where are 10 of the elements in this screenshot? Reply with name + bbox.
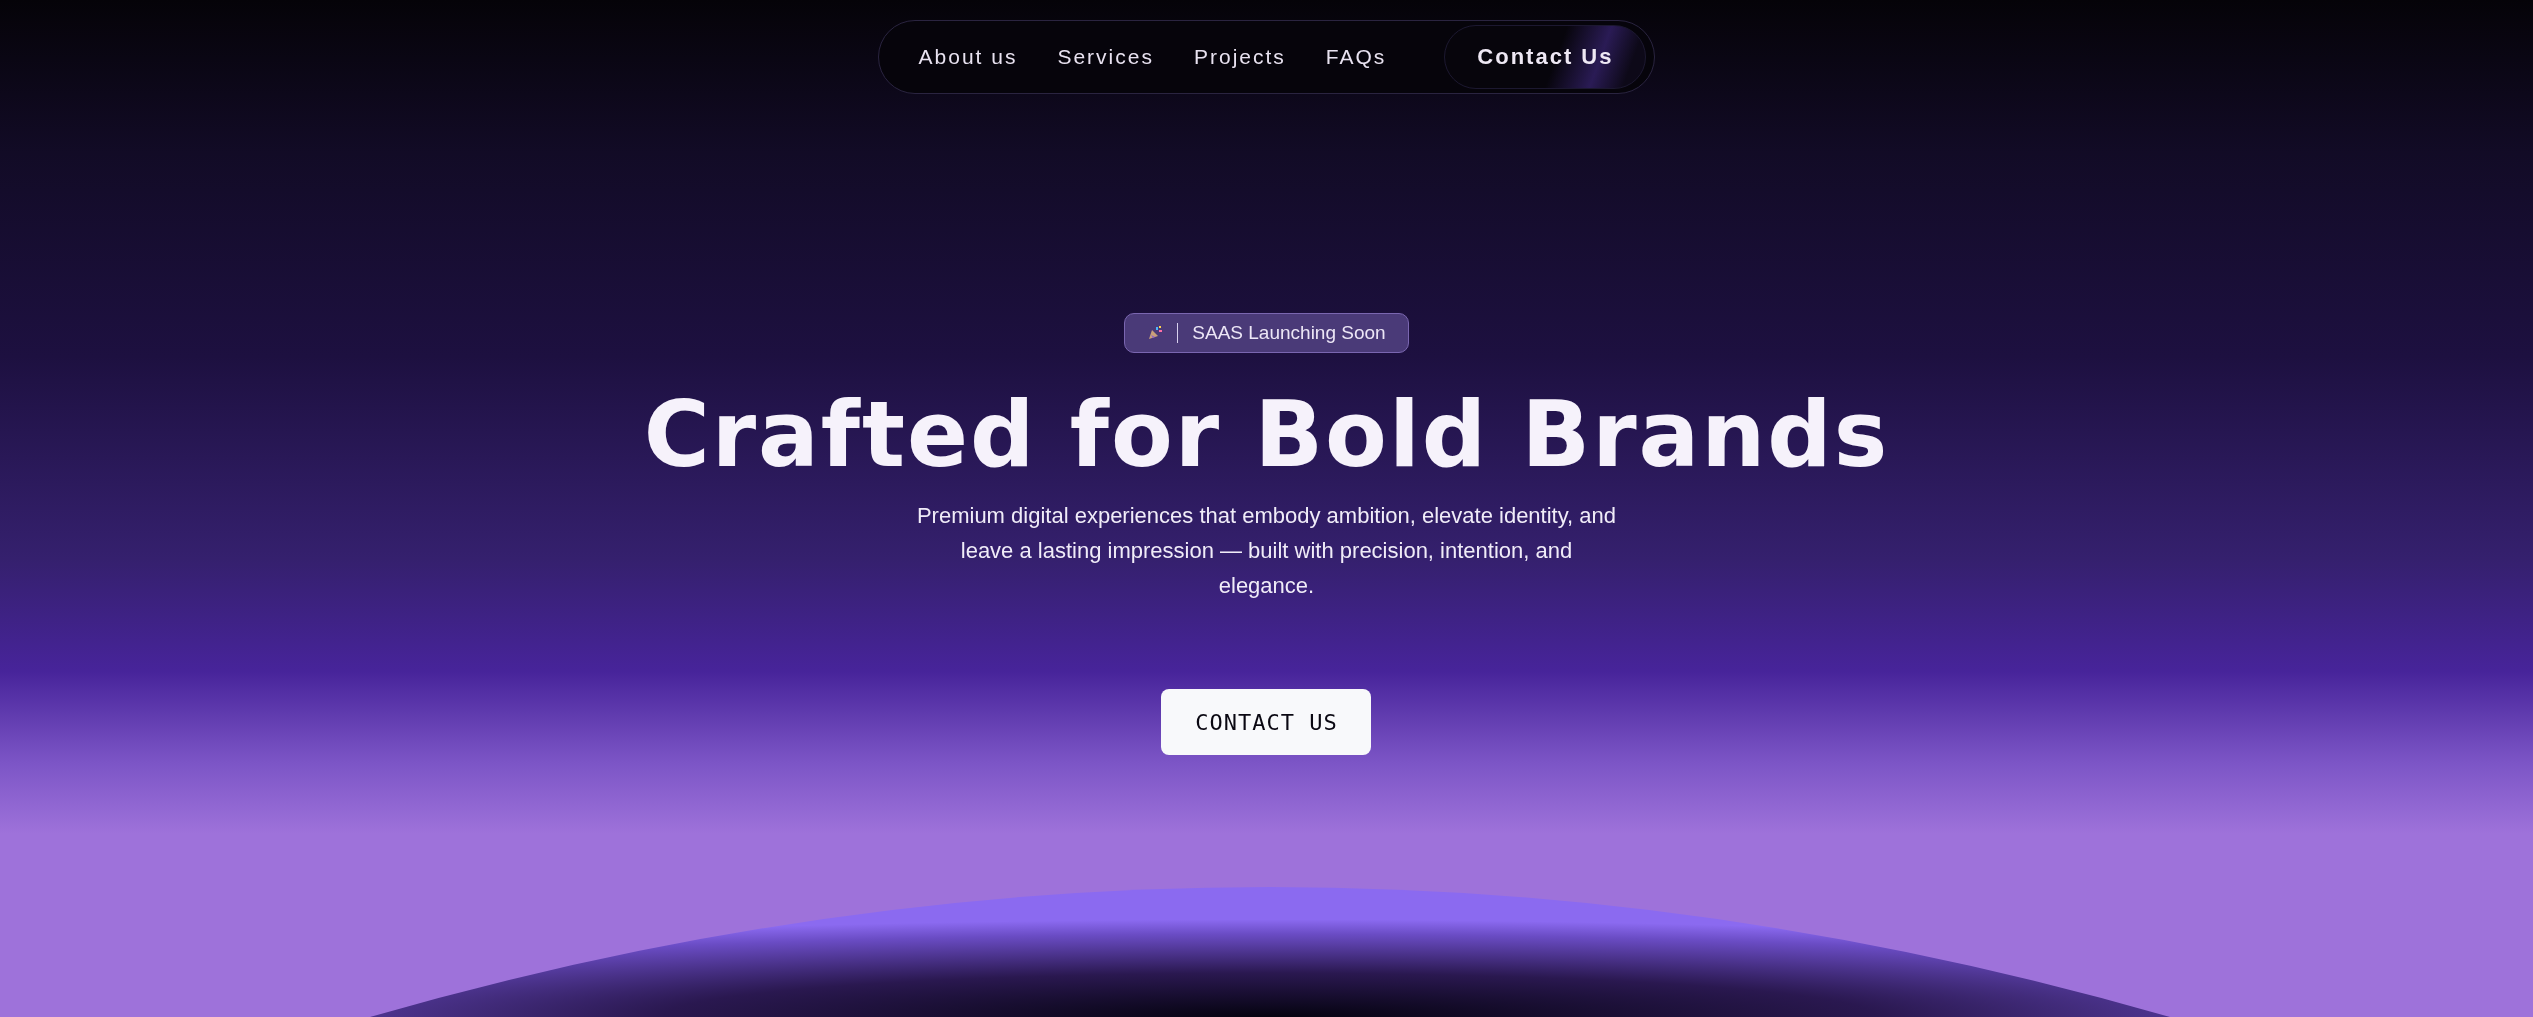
- nav-link[interactable]: Projects: [1193, 45, 1286, 69]
- badge-text: SAAS Launching Soon: [1192, 322, 1386, 344]
- hero-title: Crafted for Bold Brands: [643, 385, 1890, 484]
- nav-link[interactable]: Services: [1057, 45, 1154, 69]
- hero-subtitle: Premium digital experiences that embody ambition, elevate identity, and leave a lasting impression — built with precision, intention, and elegance.: [916, 502, 1617, 600]
- nav-link[interactable]: FAQs: [1325, 45, 1387, 69]
- party-popper-icon: [1147, 325, 1164, 341]
- contact-button[interactable]: CONTACT US: [1161, 689, 1372, 755]
- nav-link[interactable]: About us: [918, 45, 1018, 69]
- contact-button[interactable]: Contact Us: [1444, 25, 1647, 89]
